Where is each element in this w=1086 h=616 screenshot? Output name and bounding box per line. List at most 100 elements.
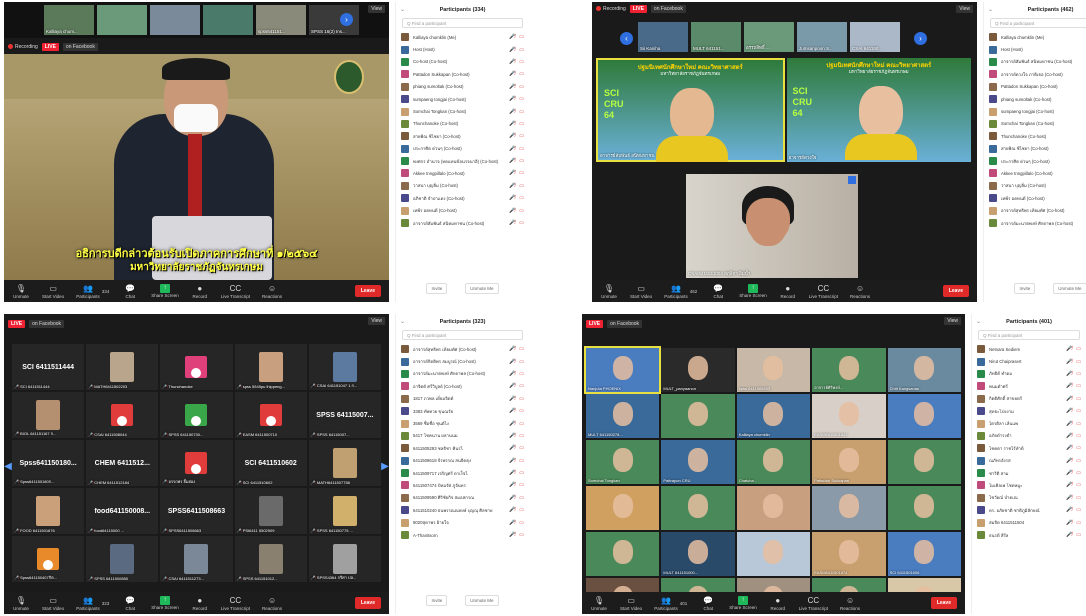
video-tile[interactable]: Kalliaya chumklin (736, 394, 811, 438)
next-page-icon[interactable]: › (914, 32, 927, 45)
unmute-button[interactable]: 🎙 Unmute (12, 284, 30, 299)
share-screen-button[interactable]: ↑ Share Screen (151, 596, 179, 610)
video-thumbnail[interactable]: อรรถสิทธิ์ ... (744, 22, 794, 52)
facebook-badge[interactable]: on Facebook (607, 319, 643, 328)
participant-row[interactable]: Kalliaya chumklin (Me)🎤̸▭ (984, 31, 1086, 43)
start-video-button[interactable]: ▭ Start Video (620, 596, 642, 611)
participant-row[interactable]: Host (Host)🎤̸▭ (984, 43, 1086, 55)
collapse-icon[interactable]: ⌄ (988, 6, 993, 13)
video-thumbnail[interactable]: MULT 641151... (691, 22, 741, 52)
facebook-badge[interactable]: on Facebook (29, 319, 65, 328)
share-screen-button[interactable]: ↑ Share Screen (739, 284, 767, 298)
video-thumbnail[interactable]: CSAI 641150... (850, 22, 900, 52)
video-tile[interactable]: อาจารย์ศิริพงษ์... (812, 348, 886, 392)
video-tile[interactable]: 🎤̸ PSI6411 5502909 (234, 488, 307, 534)
participant-row[interactable]: A-Thanitsorn 🎤̸ ▭ (396, 529, 529, 541)
live-transcript-button[interactable]: CC Live Transcript (221, 284, 250, 299)
participant-row[interactable]: โชวัยณ์ บำดเณ 🎤̸ ▭ (972, 492, 1086, 504)
participant-row[interactable]: sumpaeng tongjai (Co-host) 🎤̸▭ (396, 93, 529, 105)
video-tile[interactable]: 🎤̸ SPSS 641150730... (160, 392, 233, 438)
participant-row[interactable]: ดร. อภัยชาติ ชาติภูมิลักษณ์ 🎤̸ ▭ (972, 504, 1086, 516)
search-input[interactable]: Q Find a participant (990, 18, 1086, 28)
video-tile[interactable]: SCI 6411501606 (887, 532, 961, 576)
participant-row[interactable]: 5417 โชคนาน ผลานนม 🎤̸ ▭ (396, 430, 529, 442)
record-button[interactable]: ● Record (769, 596, 787, 611)
chat-button[interactable]: 💬 Chat (699, 596, 717, 611)
video-tile[interactable]: MULT 641150278... (586, 394, 660, 438)
video-tile[interactable] (586, 486, 660, 530)
collapse-icon[interactable]: ⌄ (976, 318, 981, 325)
participant-row[interactable]: ประกาศิต ด่วนๆ (Co-host) 🎤̸▭ (396, 143, 529, 155)
participant-row[interactable]: 6411509717 เจริญศรี ดาเร็จไ 🎤̸ ▭ (396, 467, 529, 479)
next-page-icon[interactable]: › (340, 13, 353, 26)
reactions-button[interactable]: ☺ Reactions (840, 596, 860, 611)
video-tile[interactable]: 🎤̸ MATH6411507758 (308, 440, 381, 486)
video-tile-2[interactable]: ปฐมนิเทศนักศึกษาใหม่ คณะวิทยาศาสตร์ มหาว… (786, 58, 971, 162)
unmute-me-button[interactable]: Unmute Me (465, 595, 499, 606)
video-tile[interactable]: 🎤̸ SPSS 6411500850 (86, 536, 159, 582)
video-tile[interactable]: MULT_panyaanon (661, 348, 735, 392)
unmute-button[interactable]: 🎙 Unmute (12, 596, 30, 611)
participant-row[interactable]: ชาริติ สาม 🎤̸ ▭ (972, 467, 1086, 479)
video-thumbnail[interactable]: spss641151... (256, 5, 306, 35)
video-tile[interactable]: Chitt Kangsanan (887, 348, 961, 392)
facebook-badge[interactable]: on Facebook (62, 42, 98, 51)
participant-row[interactable]: พนมดำศรี 🎤̸ ▭ (972, 380, 1086, 392)
participant-row[interactable]: 6411510240 ธนพรรณณพงษ์ บุญณุ ศิลชาย 🎤̸ ▭ (396, 504, 529, 516)
participant-row[interactable]: Netnara Sediem 🎤̸ ▭ (972, 343, 1086, 355)
participant-row[interactable]: อาจารย์สัมพันธ์ สนิทมหาชน (Co-host)🎤̸▭ (984, 56, 1086, 68)
participant-row[interactable]: ไตรดิลา เล้นแพ 🎤̸ ▭ (972, 417, 1086, 429)
participant-row[interactable]: สายพิณ ชีไชยา (Co-host)🎤̸▭ (984, 143, 1086, 155)
participant-row[interactable]: phiang sumoltak (Co-host)🎤̸▭ (984, 93, 1086, 105)
participants-button[interactable]: 👥 Participants (664, 284, 688, 299)
video-tile[interactable] (887, 486, 961, 530)
video-thumbnail[interactable] (203, 5, 253, 35)
participant-row[interactable]: อาจารย์มะนาตพงษ์ ศักดาพล (Co-host)🎤̸▭ (984, 217, 1086, 229)
participant-row[interactable]: อาจิตต์ ศรีวิบูลย์ (Co-host) 🎤̸ ▭ (396, 380, 529, 392)
video-tile[interactable]: EASM6411501874 (812, 532, 886, 576)
participant-row[interactable]: อาจารย์ดวงใจ ภาดิเธอ (Co-host)🎤̸▭ (984, 68, 1086, 80)
participant-row[interactable]: 1817 ภวพล เดี่ยมจิตต์ 🎤̸ ▭ (396, 393, 529, 405)
share-screen-button[interactable]: ↑ Share Screen (729, 596, 757, 610)
participant-row[interactable]: อาจารย์สัมพันธ์ สนิทมหาชน (Co-host)🎤̸▭ (396, 217, 529, 229)
participant-row[interactable]: 6411508618 จีรพรรณ สนธิดตุง 🎤̸ ▭ (396, 455, 529, 467)
search-input[interactable]: Q Find a participant (402, 18, 523, 28)
participants-button[interactable]: 👥 Participants (76, 284, 100, 299)
participant-row[interactable]: Thunchanoke (Co-host)🎤̸▭ (984, 130, 1086, 142)
participant-row[interactable]: เทพีร อดทนดี (Co-host)🎤̸▭ (984, 192, 1086, 204)
participant-row[interactable]: กิตติศักดิ์ สาขยตรี 🎤̸ ▭ (972, 393, 1086, 405)
pin-icon[interactable] (848, 176, 856, 184)
video-tile[interactable]: 🎤̸ spss 5545pu lhippeng... (234, 344, 307, 390)
participant-row[interactable]: Host (Host)🎤̸▭ (396, 43, 529, 55)
start-video-button[interactable]: ▭ Start Video (630, 284, 652, 299)
video-tile[interactable]: SCI 6411510602 🎤̸ SCI 6411510602 (234, 440, 307, 486)
video-tile[interactable]: SPSS 64115007... 🎤̸ SPSS 64115007... (308, 392, 381, 438)
video-tile[interactable]: Somchai Tongkan (586, 440, 660, 484)
leave-button[interactable]: Leave (354, 597, 381, 609)
participant-row[interactable]: สมจิต 6411511504 🎤̸ ▭ (972, 516, 1086, 528)
record-button[interactable]: ● Record (191, 284, 209, 299)
video-thumbnail[interactable]: Jumsanpoon S... (797, 22, 847, 52)
video-tile[interactable]: MULT 641151000... (661, 532, 735, 576)
video-tile[interactable]: EASM6411501842 (812, 394, 886, 438)
video-thumbnail[interactable] (150, 5, 200, 35)
video-tile[interactable]: 🎤̸ EASM 6411500710 (234, 392, 307, 438)
search-input[interactable]: Q Find a participant (978, 330, 1080, 340)
video-tile[interactable]: 🎤̸ CSAI 6411511273... (160, 536, 233, 582)
record-button[interactable]: ● Record (779, 284, 797, 299)
prev-page-icon[interactable]: ‹ (620, 32, 633, 45)
invite-button[interactable]: Invite (426, 595, 448, 606)
leave-button[interactable]: Leave (942, 285, 969, 297)
collapse-icon[interactable]: ⌄ (400, 318, 405, 325)
participant-row[interactable]: ไมเคิลเพ โชดหมูะ 🎤̸ ▭ (972, 479, 1086, 491)
participant-row[interactable]: 6411505293 ชลธิชา คินรไ 🎤̸ ▭ (396, 442, 529, 454)
video-thumbnail[interactable] (97, 5, 147, 35)
video-tile[interactable]: food641150008... 🎤̸ food64115000 ... (86, 488, 159, 534)
video-tile[interactable]: 🎤̸ Spss641150407กิต... (12, 536, 85, 582)
reactions-button[interactable]: ☺ Reactions (850, 284, 870, 299)
participant-row[interactable]: Akkee tnngpillalo (Co-host) 🎤̸▭ (396, 167, 529, 179)
video-tile[interactable]: Spss641150180... 🎤̸ Spss641150180ก... (12, 440, 85, 486)
video-tile[interactable] (586, 532, 660, 576)
unmute-button[interactable]: 🎙 Unmute (600, 284, 618, 299)
video-tile[interactable] (661, 486, 735, 530)
